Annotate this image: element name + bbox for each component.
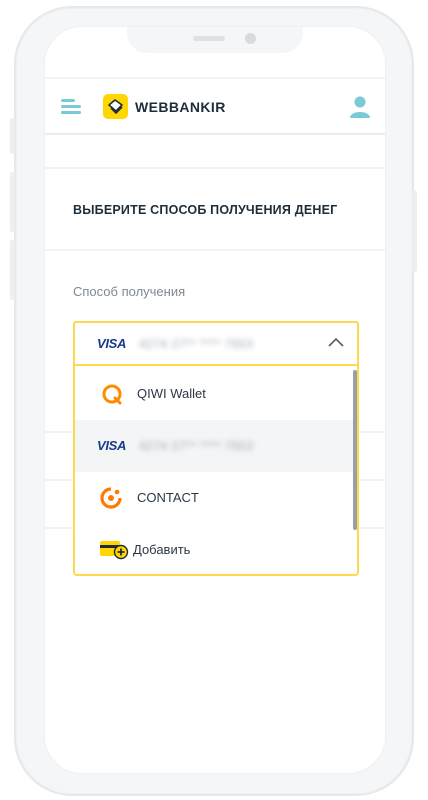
option-add[interactable]: Добавить [75,524,353,576]
phone-notch [127,27,303,53]
chevron-up-icon[interactable] [327,336,345,350]
divider [45,249,385,251]
option-contact[interactable]: CONTACT [75,472,353,524]
front-camera [245,33,256,44]
phone-screen: WEBBANKIR ВЫБЕРИТЕ СПОСОБ ПОЛУЧЕНИЯ ДЕНЕ… [44,26,386,774]
card-number: 4274 27** **** 7553 [139,439,254,453]
page-title: ВЫБЕРИТЕ СПОСОБ ПОЛУЧЕНИЯ ДЕНЕГ [73,203,338,217]
logo-icon [103,94,128,119]
option-visa-card[interactable]: VISA 4274 27** **** 7553 [75,420,353,472]
user-icon[interactable] [349,95,371,119]
field-label: Способ получения [73,284,186,299]
brand-name[interactable]: WEBBANKIR [135,99,226,115]
contact-icon [100,487,122,509]
card-number: 4274 27** **** 7553 [139,337,254,351]
option-qiwi[interactable]: QIWI Wallet [75,368,353,420]
option-label: QIWI Wallet [137,386,206,401]
phone-volume-up-button [10,172,15,232]
divider [45,167,385,169]
dropdown-scrollbar[interactable] [353,370,357,530]
add-card-icon [100,541,129,560]
app-header: WEBBANKIR [45,79,385,135]
phone-power-button [412,190,417,272]
speaker-grille [193,36,225,41]
visa-logo: VISA [97,336,127,351]
qiwi-icon [102,384,122,405]
option-label: CONTACT [137,490,199,505]
option-label: Добавить [133,542,191,557]
payout-method-select[interactable]: VISA 4274 27** **** 7553 [73,321,359,366]
payout-method-dropdown: QIWI Wallet VISA 4274 27** **** 7553 CON… [73,366,359,576]
visa-icon: VISA [97,438,127,453]
phone-volume-down-button [10,240,15,300]
menu-icon[interactable] [61,99,83,115]
phone-side-button [10,118,15,154]
